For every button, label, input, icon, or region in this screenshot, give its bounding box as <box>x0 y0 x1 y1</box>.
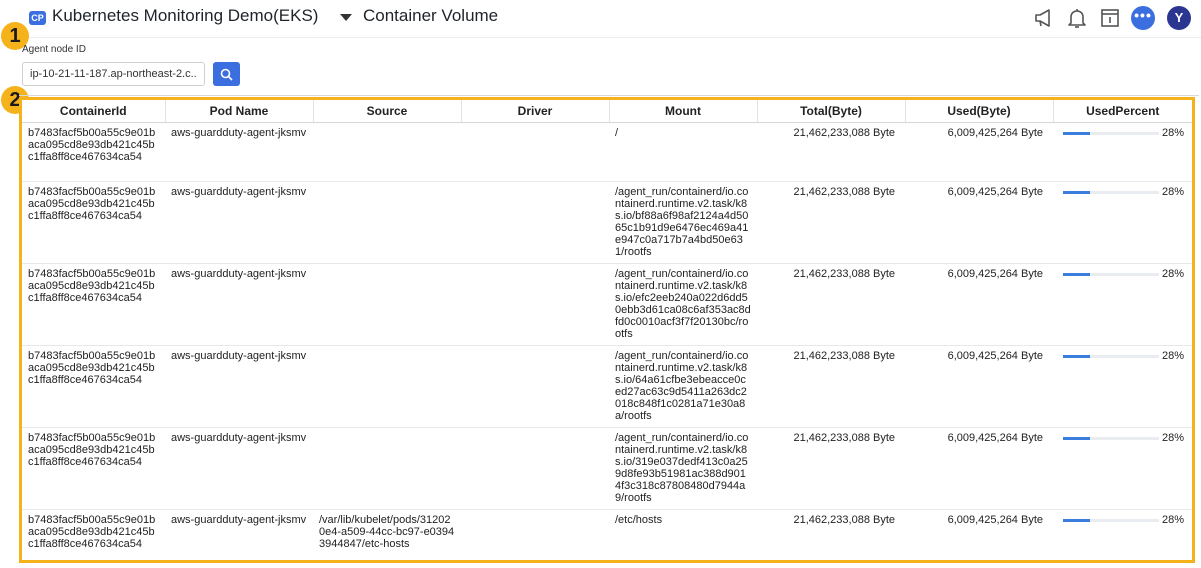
cell-total: 21,462,233,088 Byte <box>757 509 905 560</box>
cell-container-id: b7483facf5b00a55c9e01baca095cd8e93db421c… <box>22 263 165 346</box>
chevron-down-icon[interactable] <box>340 14 352 21</box>
usage-percent-label: 28% <box>1161 431 1184 444</box>
search-button[interactable] <box>213 62 240 86</box>
cell-pod-name: aws-guardduty-agent-jksmv <box>165 122 313 182</box>
column-header-source[interactable]: Source <box>313 100 462 123</box>
project-badge: CP <box>29 11 46 25</box>
cell-used: 6,009,425,264 Byte <box>905 427 1053 510</box>
cell-source <box>313 181 461 264</box>
table-row[interactable]: b7483facf5b00a55c9e01baca095cd8e93db421c… <box>22 509 1192 560</box>
user-avatar[interactable]: Y <box>1167 6 1191 30</box>
usage-percent-label: 28% <box>1161 349 1184 362</box>
table-row[interactable]: b7483facf5b00a55c9e01baca095cd8e93db421c… <box>22 345 1192 428</box>
usage-bar-fill <box>1063 518 1090 522</box>
column-header-driver[interactable]: Driver <box>461 100 610 123</box>
cell-pod-name: aws-guardduty-agent-jksmv <box>165 181 313 264</box>
agent-node-label: Agent node ID <box>22 44 86 55</box>
usage-bar <box>1063 354 1159 358</box>
cell-mount: / <box>609 122 757 182</box>
cell-pod-name: aws-guardduty-agent-jksmv <box>165 509 313 560</box>
cell-total: 21,462,233,088 Byte <box>757 345 905 428</box>
cell-driver <box>461 263 609 346</box>
column-header-used[interactable]: Used(Byte) <box>905 100 1054 123</box>
bell-icon[interactable] <box>1066 7 1088 29</box>
container-volume-table: ContainerId Pod Name Source Driver Mount… <box>22 100 1192 560</box>
document-icon[interactable] <box>1099 7 1121 29</box>
table-header-row: ContainerId Pod Name Source Driver Mount… <box>22 100 1192 123</box>
cell-used-percent: 28% <box>1053 263 1192 346</box>
cell-used: 6,009,425,264 Byte <box>905 345 1053 428</box>
cell-source <box>313 263 461 346</box>
cell-driver <box>461 509 609 560</box>
cell-container-id: b7483facf5b00a55c9e01baca095cd8e93db421c… <box>22 509 165 560</box>
cell-used-percent: 28% <box>1053 122 1192 182</box>
usage-bar-fill <box>1063 272 1090 276</box>
page-title: Container Volume <box>363 6 499 25</box>
cell-source <box>313 427 461 510</box>
cell-mount: /agent_run/containerd/io.containerd.runt… <box>609 181 757 264</box>
cell-driver <box>461 181 609 264</box>
agent-node-input[interactable] <box>22 62 205 86</box>
megaphone-icon[interactable] <box>1033 7 1055 29</box>
cell-used: 6,009,425,264 Byte <box>905 181 1053 264</box>
cell-driver <box>461 345 609 428</box>
cell-source <box>313 122 461 182</box>
column-header-pod-name[interactable]: Pod Name <box>165 100 314 123</box>
cell-total: 21,462,233,088 Byte <box>757 122 905 182</box>
cell-total: 21,462,233,088 Byte <box>757 263 905 346</box>
project-title[interactable]: Kubernetes Monitoring Demo(EKS) <box>52 6 318 26</box>
table-row[interactable]: b7483facf5b00a55c9e01baca095cd8e93db421c… <box>22 263 1192 346</box>
cell-container-id: b7483facf5b00a55c9e01baca095cd8e93db421c… <box>22 122 165 182</box>
cell-pod-name: aws-guardduty-agent-jksmv <box>165 427 313 510</box>
divider <box>19 95 1199 96</box>
column-header-used-percent[interactable]: UsedPercent <box>1053 100 1192 123</box>
usage-percent-label: 28% <box>1161 126 1184 139</box>
cell-total: 21,462,233,088 Byte <box>757 181 905 264</box>
column-header-container-id[interactable]: ContainerId <box>22 100 166 123</box>
cell-used-percent: 28% <box>1053 181 1192 264</box>
table-row[interactable]: b7483facf5b00a55c9e01baca095cd8e93db421c… <box>22 181 1192 264</box>
search-icon <box>220 68 233 81</box>
usage-percent-label: 28% <box>1161 185 1184 198</box>
container-volume-table-frame: ContainerId Pod Name Source Driver Mount… <box>19 97 1195 563</box>
usage-bar-fill <box>1063 354 1090 358</box>
cell-used-percent: 28% <box>1053 345 1192 428</box>
column-header-mount[interactable]: Mount <box>609 100 758 123</box>
usage-bar <box>1063 518 1159 522</box>
cell-used-percent: 28% <box>1053 427 1192 510</box>
top-header: CP Kubernetes Monitoring Demo(EKS) Conta… <box>0 0 1201 38</box>
usage-bar <box>1063 190 1159 194</box>
cell-source: /var/lib/kubelet/pods/312020e4-a509-44cc… <box>313 509 461 560</box>
cell-mount: /agent_run/containerd/io.containerd.runt… <box>609 427 757 510</box>
cell-mount: /agent_run/containerd/io.containerd.runt… <box>609 263 757 346</box>
usage-percent-label: 28% <box>1161 267 1184 280</box>
chat-icon[interactable]: ••• <box>1131 6 1155 30</box>
usage-bar <box>1063 272 1159 276</box>
cell-used: 6,009,425,264 Byte <box>905 509 1053 560</box>
table-row[interactable]: b7483facf5b00a55c9e01baca095cd8e93db421c… <box>22 122 1192 182</box>
cell-used: 6,009,425,264 Byte <box>905 263 1053 346</box>
column-header-total[interactable]: Total(Byte) <box>757 100 906 123</box>
cell-container-id: b7483facf5b00a55c9e01baca095cd8e93db421c… <box>22 427 165 510</box>
usage-bar-fill <box>1063 131 1090 135</box>
usage-bar <box>1063 436 1159 440</box>
table-row[interactable]: b7483facf5b00a55c9e01baca095cd8e93db421c… <box>22 427 1192 510</box>
cell-driver <box>461 427 609 510</box>
cell-mount: /agent_run/containerd/io.containerd.runt… <box>609 345 757 428</box>
cell-mount: /etc/hosts <box>609 509 757 560</box>
cell-used: 6,009,425,264 Byte <box>905 122 1053 182</box>
usage-percent-label: 28% <box>1161 513 1184 526</box>
cell-driver <box>461 122 609 182</box>
cell-pod-name: aws-guardduty-agent-jksmv <box>165 345 313 428</box>
cell-container-id: b7483facf5b00a55c9e01baca095cd8e93db421c… <box>22 181 165 264</box>
usage-bar-fill <box>1063 190 1090 194</box>
cell-used-percent: 28% <box>1053 509 1192 560</box>
cell-total: 21,462,233,088 Byte <box>757 427 905 510</box>
cell-pod-name: aws-guardduty-agent-jksmv <box>165 263 313 346</box>
cell-container-id: b7483facf5b00a55c9e01baca095cd8e93db421c… <box>22 345 165 428</box>
usage-bar-fill <box>1063 436 1090 440</box>
usage-bar <box>1063 131 1159 135</box>
cell-source <box>313 345 461 428</box>
